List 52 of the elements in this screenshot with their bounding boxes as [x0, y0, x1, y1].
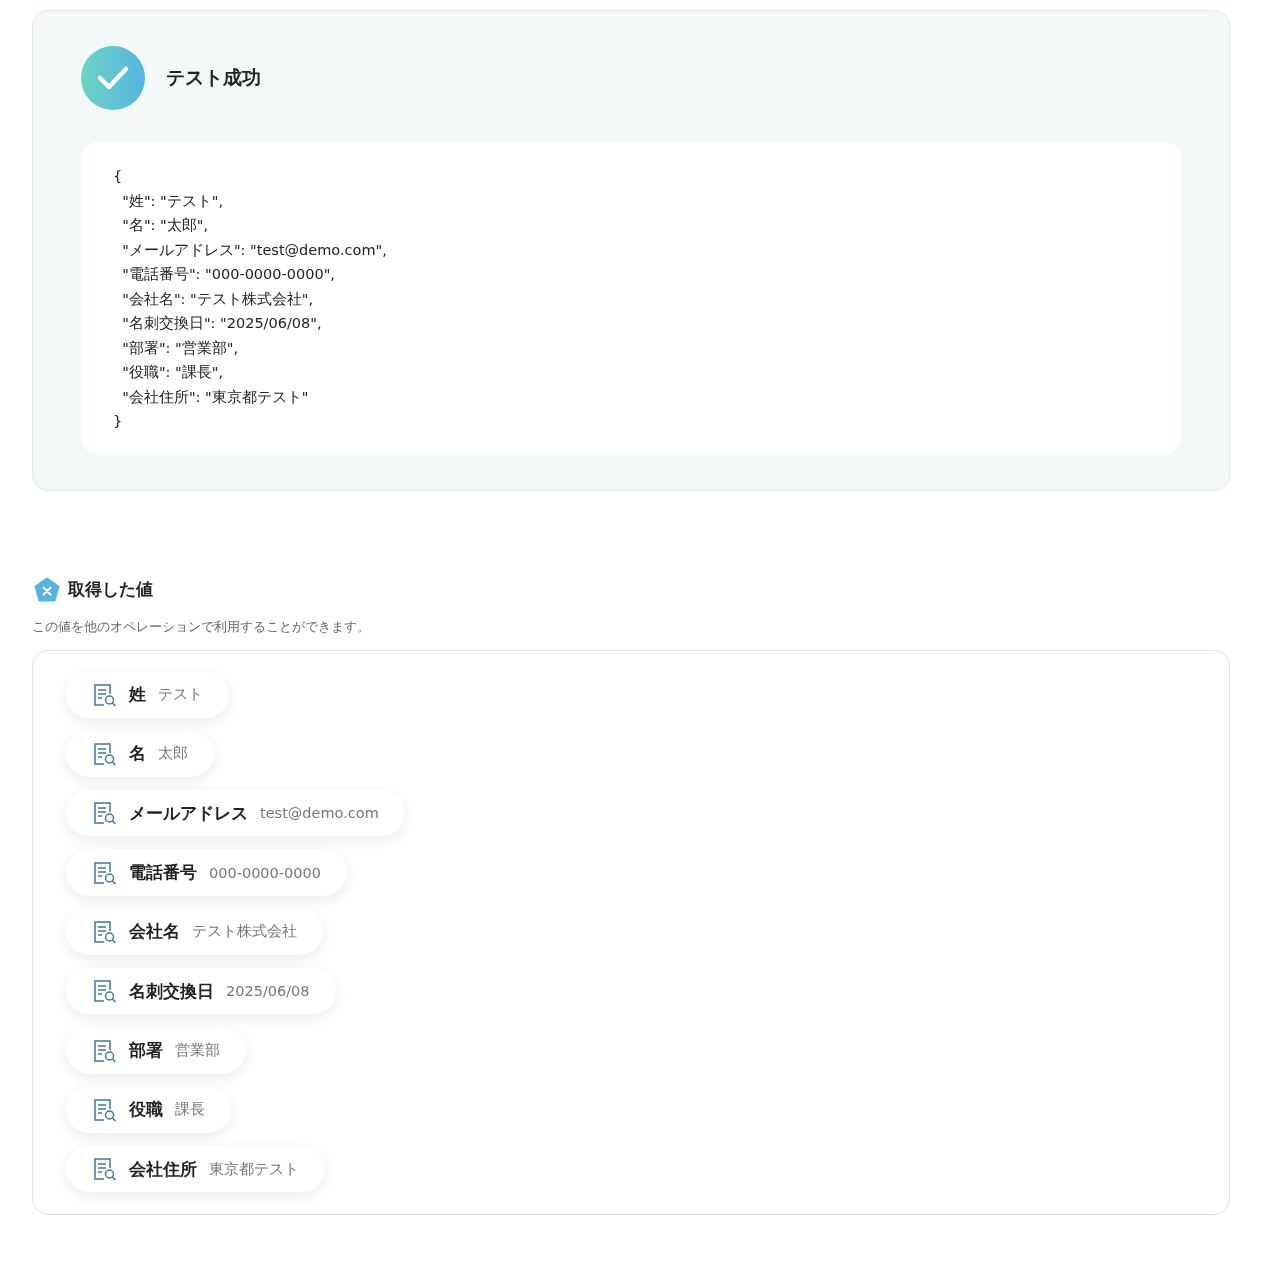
value-text: 営業部 — [175, 1041, 220, 1061]
section-description: この値を他のオペレーションで利用することができます。 — [32, 618, 371, 636]
code-line: "会社名": "テスト株式会社", — [121, 289, 314, 309]
document-search-icon — [93, 979, 117, 1004]
code-line: "姓": "テスト", — [121, 191, 224, 211]
value-label: 電話番号 — [129, 861, 197, 885]
value-text: 太郎 — [158, 744, 188, 764]
value-chip[interactable]: 部署 営業部 — [66, 1027, 246, 1074]
value-text: テスト — [158, 685, 203, 705]
check-icon — [81, 46, 145, 110]
document-search-icon — [93, 1038, 117, 1063]
document-search-icon — [93, 1157, 117, 1182]
code-line: "メールアドレス": "test@demo.com", — [121, 240, 388, 260]
value-chip[interactable]: 名 太郎 — [66, 730, 214, 778]
document-search-icon — [93, 682, 117, 707]
value-label: 会社名 — [129, 920, 180, 944]
value-label: 役職 — [129, 1098, 163, 1122]
document-search-icon — [93, 860, 117, 885]
document-search-icon — [93, 742, 117, 766]
value-chip[interactable]: 会社住所 東京都テスト — [66, 1146, 325, 1193]
value-text: テスト株式会社 — [192, 922, 297, 942]
code-line: { — [113, 167, 124, 186]
value-label: 会社住所 — [129, 1157, 197, 1181]
value-text: 2025/06/08 — [226, 983, 310, 1000]
value-label: 姓 — [129, 683, 146, 707]
value-chip[interactable]: 電話番号 000-0000-0000 — [66, 849, 347, 896]
value-chip[interactable]: 名刺交換日 2025/06/08 — [66, 968, 336, 1015]
value-text: test@demo.com — [260, 805, 379, 822]
value-text: 000-0000-0000 — [209, 864, 321, 881]
code-line: "部署": "営業部", — [121, 338, 239, 358]
value-label: メールアドレス — [129, 801, 248, 825]
value-chip[interactable]: 役職 課長 — [66, 1086, 231, 1134]
code-line: } — [113, 412, 124, 431]
code-line: "名": "太郎", — [121, 216, 209, 235]
code-line: "役職": "課長", — [121, 363, 224, 382]
value-chip[interactable]: 会社名 テスト株式会社 — [66, 908, 323, 956]
section-title: 取得した値 — [68, 578, 153, 601]
document-search-icon — [93, 919, 117, 944]
value-text: 東京都テスト — [209, 1159, 299, 1179]
code-line: "電話番号": "000-0000-0000", — [121, 265, 336, 284]
value-chip[interactable]: 姓 テスト — [66, 671, 229, 718]
code-line: "名刺交換日": "2025/06/08", — [121, 314, 323, 333]
value-label: 部署 — [129, 1039, 163, 1063]
document-search-icon — [93, 1097, 117, 1122]
value-label: 名刺交換日 — [129, 979, 214, 1003]
document-search-icon — [93, 801, 117, 826]
code-line: "会社住所": "東京都テスト" — [121, 387, 310, 407]
value-label: 名 — [129, 742, 146, 766]
value-chip[interactable]: メールアドレス test@demo.com — [66, 790, 405, 837]
variable-icon — [34, 576, 60, 603]
result-title: テスト成功 — [166, 65, 261, 90]
value-text: 課長 — [175, 1100, 205, 1120]
